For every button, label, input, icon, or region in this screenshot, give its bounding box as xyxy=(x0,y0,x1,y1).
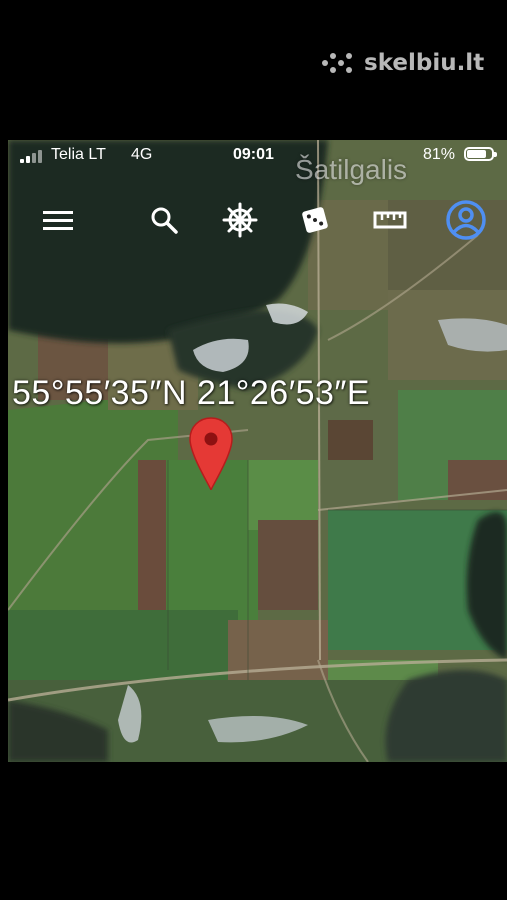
menu-icon xyxy=(43,211,73,230)
map-place-label: Šatilgalis xyxy=(295,154,408,185)
coordinates-label: 55°55′35″N 21°26′53″E xyxy=(12,374,371,412)
skelbiu-watermark: skelbiu.lt xyxy=(322,46,492,80)
voyager-wheel-icon xyxy=(222,202,258,238)
phone-screen: Telia LT 4G 09:01 81% Šatilgalis 55°55′3… xyxy=(8,140,507,762)
dice-icon xyxy=(302,207,328,233)
menu-button[interactable] xyxy=(36,198,80,242)
search-button[interactable] xyxy=(142,198,186,242)
signal-strength-icon xyxy=(20,149,46,163)
carrier-name: Telia LT xyxy=(51,146,106,163)
search-icon xyxy=(151,207,178,234)
ruler-icon xyxy=(373,211,407,229)
battery-percentage: 81% xyxy=(423,146,456,163)
network-type: 4G xyxy=(131,146,153,163)
skelbiu-logo-icon xyxy=(322,50,358,76)
voyager-button[interactable] xyxy=(218,198,262,242)
account-icon xyxy=(446,200,486,240)
feeling-lucky-button[interactable] xyxy=(293,198,337,242)
location-pin-icon[interactable] xyxy=(188,416,234,492)
battery-icon xyxy=(464,147,497,161)
status-time: 09:01 xyxy=(233,146,274,163)
map-toolbar xyxy=(8,198,507,242)
measure-button[interactable] xyxy=(368,198,412,242)
watermark-text: skelbiu.lt xyxy=(364,50,485,76)
status-bar: Telia LT 4G 09:01 81% xyxy=(8,140,507,170)
account-button[interactable] xyxy=(444,198,488,242)
